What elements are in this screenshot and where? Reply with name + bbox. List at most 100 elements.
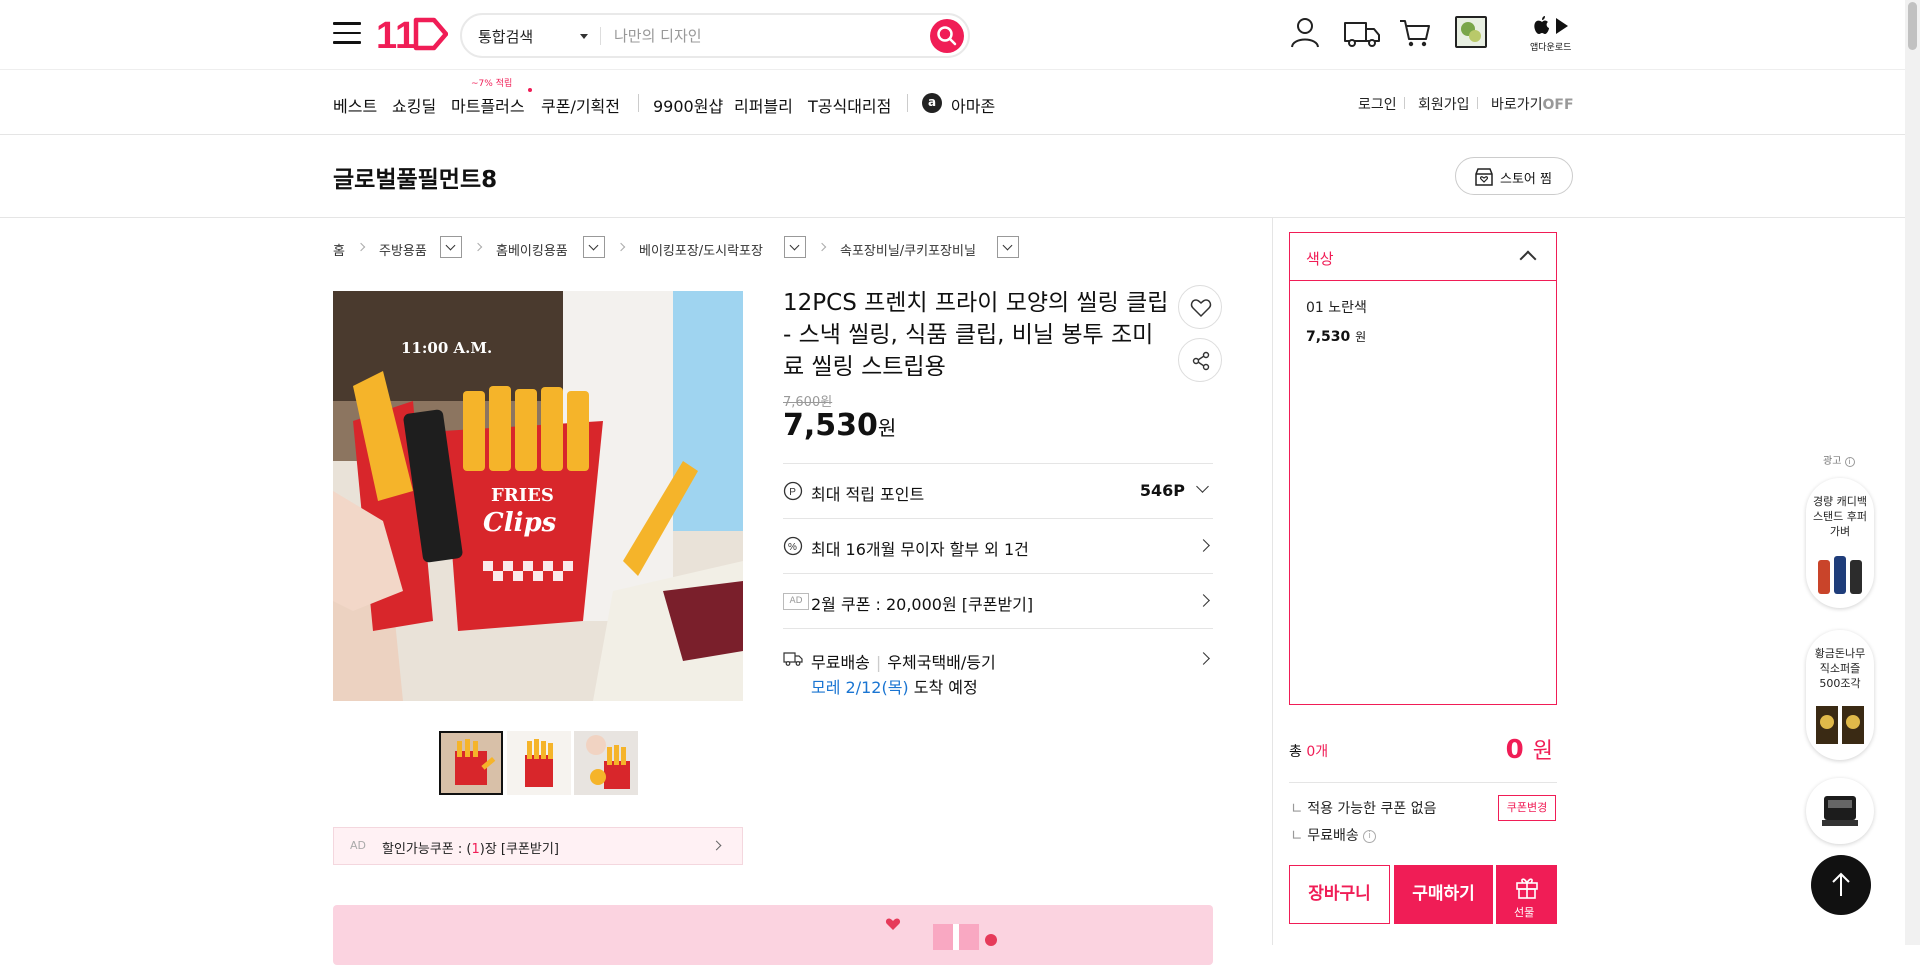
nav-9900-shop[interactable]: 9900원샵: [653, 93, 723, 117]
gift-icon: [1516, 878, 1538, 899]
promo-banner[interactable]: [333, 905, 1213, 965]
points-label: 최대 적립 포인트: [811, 485, 925, 504]
chevron-right-icon: [356, 242, 366, 252]
chevron-right-icon: [1197, 594, 1210, 607]
product-title: 12PCS 프렌치 프라이 모양의 씰링 클립 - 스낵 씰링, 식품 클립, …: [783, 290, 1169, 380]
shipping-row[interactable]: 무료배송 | 우체국택배/등기 모레 2/12(목) 도착 예정: [783, 628, 1213, 698]
product-thumbnail[interactable]: [507, 731, 571, 795]
option-item[interactable]: 01 노란색 7,530 원: [1306, 297, 1367, 345]
installment-text: 최대 16개월 무이자 할부 외 1건: [811, 540, 1029, 559]
new-dot: [528, 88, 532, 92]
coupon-text: 2월 쿠폰 : 20,000원 [쿠폰받기]: [811, 595, 1034, 614]
side-ad-card[interactable]: 황금돈나무 직소퍼즐 500조각: [1806, 630, 1874, 760]
puzzle-image: [1816, 706, 1864, 744]
buy-now-button[interactable]: 구매하기: [1394, 865, 1493, 924]
recent-viewed-thumbnail[interactable]: [1455, 16, 1487, 48]
golf-bag-image: [1818, 556, 1862, 594]
image-text-fries: FRIES: [491, 485, 554, 506]
side-ad-card[interactable]: 경량 캐디백 스탠드 후퍼 가벼: [1806, 478, 1874, 608]
gift-label: 선물: [1514, 906, 1535, 919]
gift-heart-illustration: [885, 918, 997, 950]
gift-button[interactable]: 선물: [1496, 865, 1557, 924]
user-icon[interactable]: [1287, 14, 1323, 50]
search-button[interactable]: [930, 19, 964, 53]
points-row[interactable]: P 최대 적립 포인트 546P: [783, 463, 1213, 518]
total-row: 총 0개 0 원: [1289, 735, 1557, 783]
breadcrumb-item[interactable]: 속포장비닐/쿠키포장비닐: [840, 240, 976, 259]
side-ad-text: 경량 캐디백 스탠드 후퍼 가벼: [1812, 495, 1868, 538]
seller-name[interactable]: 글로벌풀필먼트8: [333, 160, 497, 194]
scrollbar-thumb[interactable]: [1908, 2, 1917, 50]
breadcrumb-dropdown[interactable]: [784, 236, 806, 258]
shipping-status: ∟ 무료배송 i: [1291, 825, 1377, 845]
menu-icon[interactable]: [333, 22, 361, 46]
svg-text:P: P: [789, 487, 796, 498]
option-item-price: 7,530: [1306, 329, 1351, 345]
add-to-cart-button[interactable]: 장바구니: [1289, 865, 1390, 924]
coupon-row[interactable]: AD 2월 쿠폰 : 20,000원 [쿠폰받기]: [783, 573, 1213, 628]
chevron-down-icon[interactable]: [580, 34, 588, 39]
discount-coupon-bar[interactable]: AD 할인가능쿠폰 : (1)장 [쿠폰받기]: [333, 827, 743, 865]
nav-best[interactable]: 베스트: [333, 93, 377, 117]
option-header[interactable]: 색상: [1290, 233, 1556, 281]
scrollbar-track[interactable]: [1905, 0, 1920, 945]
breadcrumb-item[interactable]: 주방용품: [379, 240, 427, 259]
breadcrumb-home[interactable]: 홈: [333, 240, 345, 259]
breadcrumb-dropdown[interactable]: [440, 236, 462, 258]
side-ad-card[interactable]: [1806, 778, 1874, 844]
wishlist-button[interactable]: [1178, 285, 1222, 329]
app-download-link[interactable]: 앱다운로드: [1530, 14, 1574, 54]
top-header: 11 통합검색 앱다운로드: [0, 0, 1920, 70]
nav-shocking-deal[interactable]: 쇼킹딜: [392, 93, 436, 117]
category-nav: 베스트 쇼킹딜 마트플러스 ~7% 적립 쿠폰/기획전 9900원샵 리퍼블리 …: [0, 70, 1920, 135]
share-button[interactable]: [1178, 338, 1222, 382]
nav-coupon-event[interactable]: 쿠폰/기획전: [541, 93, 620, 117]
login-link[interactable]: 로그인: [1358, 94, 1397, 114]
nav-mart-plus[interactable]: 마트플러스: [451, 93, 525, 117]
option-item-unit: 원: [1355, 330, 1367, 344]
search-category-select[interactable]: 통합검색: [478, 26, 533, 47]
chevron-right-icon: [616, 242, 626, 252]
app-download-label: 앱다운로드: [1530, 43, 1572, 53]
search-input[interactable]: [614, 23, 914, 49]
svg-text:%: %: [788, 542, 797, 553]
signup-link[interactable]: 회원가입: [1418, 94, 1470, 114]
chevron-up-icon: [1519, 250, 1537, 268]
nav-t-official[interactable]: T공식대리점: [808, 93, 891, 117]
search-icon: [937, 26, 957, 46]
option-panel: 색상 01 노란색 7,530 원: [1289, 232, 1557, 705]
breadcrumb-item[interactable]: 홈베이킹용품: [496, 240, 568, 259]
ad-tag: AD: [783, 593, 809, 610]
scroll-to-top-button[interactable]: [1811, 855, 1871, 915]
shortcut-toggle[interactable]: 바로가기OFF: [1491, 94, 1574, 114]
installment-row[interactable]: % 최대 16개월 무이자 할부 외 1건: [783, 518, 1213, 573]
discount-coupon-text: 할인가능쿠폰 : (1)장 [쿠폰받기]: [382, 842, 559, 857]
shortcut-label: 바로가기: [1491, 97, 1543, 113]
nav-refurbly[interactable]: 리퍼블리: [734, 93, 793, 117]
arrival-text: 모레 2/12(목) 도착 예정: [811, 674, 978, 698]
chevron-right-icon: [473, 242, 483, 252]
free-shipping: 무료배송: [811, 653, 870, 672]
store-like-button[interactable]: 스토어 찜: [1455, 157, 1573, 195]
nav-amazon[interactable]: 아마존: [951, 93, 995, 117]
product-thumbnail[interactable]: [439, 731, 503, 795]
image-caption: 11:00 A.M.: [401, 339, 492, 357]
amazon-icon: a: [922, 93, 942, 113]
option-item-name: 01 노란색: [1306, 300, 1367, 316]
points-value: 546P: [1139, 481, 1185, 500]
delivery-truck-icon[interactable]: [1342, 14, 1382, 50]
stamp-machine-image: [1822, 796, 1858, 826]
coupon-change-button[interactable]: 쿠폰변경: [1498, 795, 1556, 821]
store-icon: [1475, 168, 1493, 186]
product-thumbnail[interactable]: [574, 731, 638, 795]
product-main-image[interactable]: 11:00 A.M. FRIES Clips: [333, 291, 743, 701]
chevron-right-icon: [711, 840, 722, 851]
breadcrumb-dropdown[interactable]: [583, 236, 605, 258]
search-bar: 통합검색: [460, 13, 970, 58]
cart-icon[interactable]: [1397, 14, 1433, 50]
site-logo[interactable]: 11: [376, 14, 449, 57]
breadcrumb-dropdown[interactable]: [997, 236, 1019, 258]
chevron-down-icon: [1196, 480, 1209, 493]
breadcrumb-item[interactable]: 베이킹포장/도시락포장: [639, 240, 763, 259]
option-header-label: 색상: [1306, 250, 1334, 268]
